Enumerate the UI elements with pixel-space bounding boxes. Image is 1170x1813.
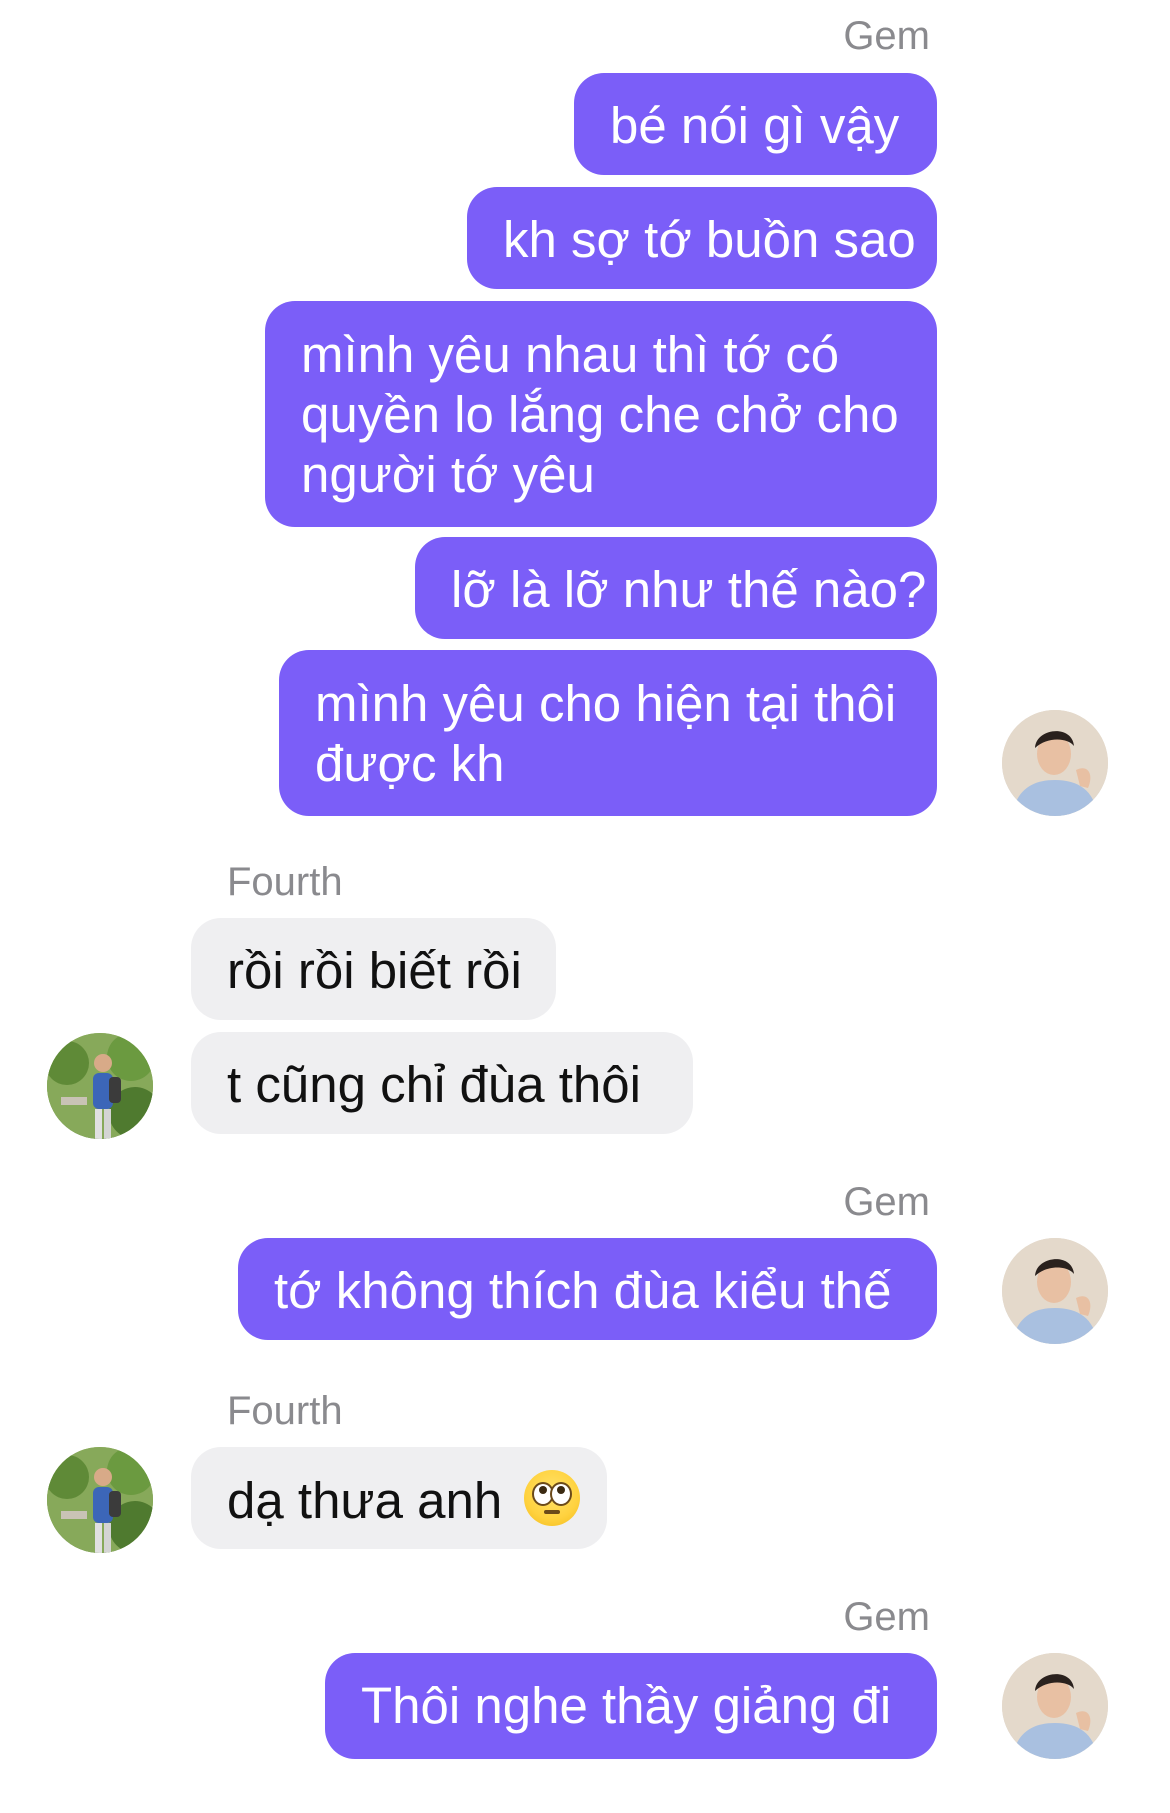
message-text: t cũng chỉ đùa thôi (227, 1056, 641, 1113)
fourth-avatar[interactable] (47, 1447, 153, 1553)
fourth-avatar[interactable] (47, 1033, 153, 1139)
message-bubble[interactable]: kh sợ tớ buồn sao (467, 187, 937, 289)
fourth-avatar-icon (47, 1447, 153, 1553)
face-with-rolling-eyes-emoji-icon (524, 1470, 581, 1526)
message-text: mình yêu cho hiện tại thôi được kh (315, 675, 897, 792)
message-bubble[interactable]: bé nói gì vậy (574, 73, 937, 175)
gem-avatar-icon (1002, 1238, 1108, 1344)
gem-avatar[interactable] (1002, 710, 1108, 816)
sender-name-gem: Gem (843, 14, 930, 58)
message-text: kh sợ tớ buồn sao (503, 211, 916, 268)
message-bubble[interactable]: Thôi nghe thầy giảng đi (325, 1653, 937, 1759)
message-bubble[interactable]: mình yêu cho hiện tại thôi được kh (279, 650, 937, 816)
message-bubble[interactable]: tớ không thích đùa kiểu thế (238, 1238, 937, 1340)
message-text: Thôi nghe thầy giảng đi (361, 1677, 892, 1734)
message-text: mình yêu nhau thì tớ có quyền lo lắng ch… (301, 326, 899, 503)
gem-avatar[interactable] (1002, 1238, 1108, 1344)
message-bubble[interactable]: dạ thưa anh (191, 1447, 607, 1549)
message-bubble[interactable]: rồi rồi biết rồi (191, 918, 556, 1020)
sender-name-gem: Gem (843, 1180, 930, 1224)
sender-name-gem: Gem (843, 1595, 930, 1639)
sender-name-fourth: Fourth (227, 1389, 343, 1433)
message-bubble[interactable]: lỡ là lỡ như thế nào? (415, 537, 937, 639)
message-text: lỡ là lỡ như thế nào? (451, 561, 927, 618)
message-text: dạ thưa anh (227, 1472, 503, 1529)
message-text: rồi rồi biết rồi (227, 942, 522, 999)
fourth-avatar-icon (47, 1033, 153, 1139)
gem-avatar[interactable] (1002, 1653, 1108, 1759)
message-bubble[interactable]: t cũng chỉ đùa thôi (191, 1032, 693, 1134)
message-bubble[interactable]: mình yêu nhau thì tớ có quyền lo lắng ch… (265, 301, 937, 527)
message-text: tớ không thích đùa kiểu thế (274, 1262, 892, 1319)
gem-avatar-icon (1002, 710, 1108, 816)
message-text: bé nói gì vậy (610, 97, 900, 154)
gem-avatar-icon (1002, 1653, 1108, 1759)
sender-name-fourth: Fourth (227, 860, 343, 904)
